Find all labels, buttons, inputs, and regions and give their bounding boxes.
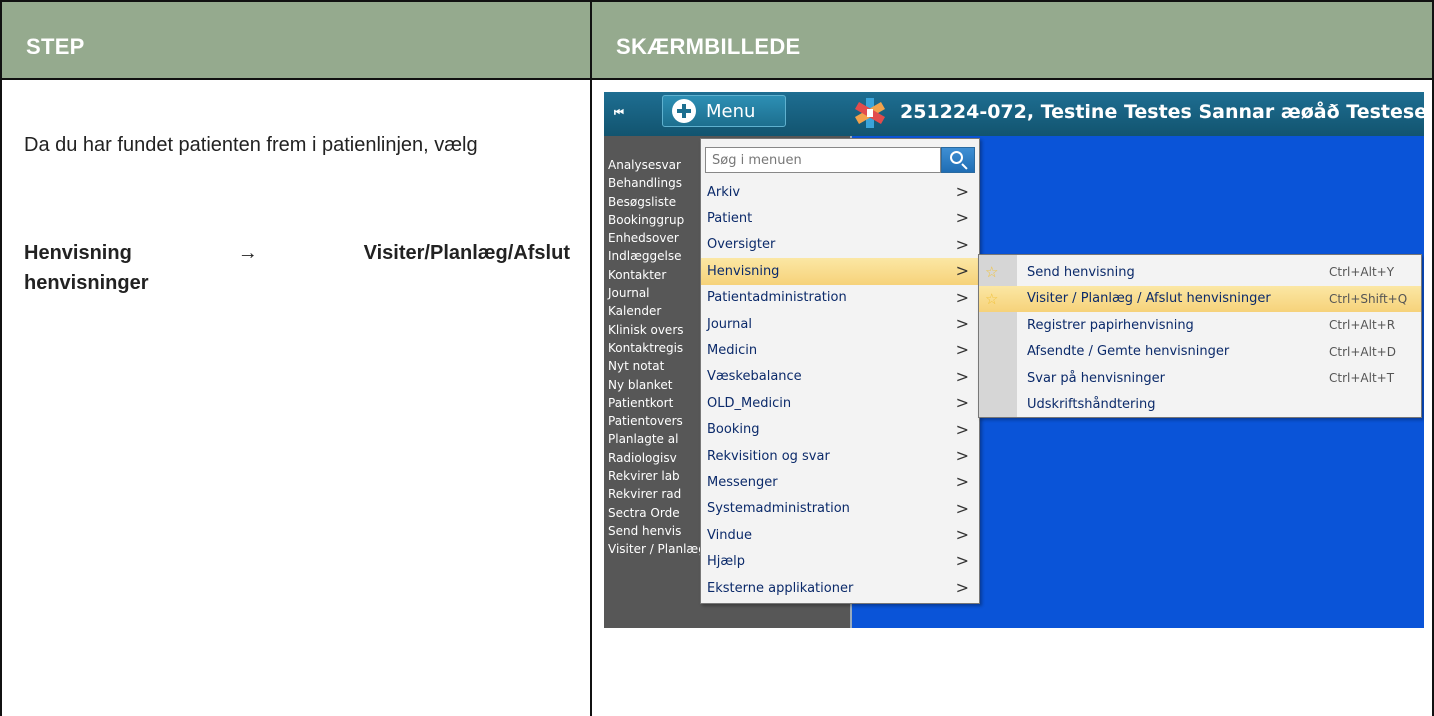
step-path-arrow: → <box>237 242 258 264</box>
menu-item[interactable]: Patientadministration > <box>701 285 979 311</box>
menu-item-label: Patient <box>707 211 753 227</box>
submenu-item[interactable]: ☆ Send henvisning Ctrl+Alt+Y <box>979 259 1421 286</box>
menu-item-label: Booking <box>707 422 760 438</box>
menu-button[interactable]: Menu <box>662 95 786 127</box>
main-menu: Arkiv>Patient>Oversigter>Henvisning>Pati… <box>700 138 980 604</box>
submenu-item-shortcut: Ctrl+Alt+R <box>1329 318 1396 333</box>
step-path-item-cont: henvisninger <box>24 272 149 294</box>
menu-search-field[interactable] <box>705 147 941 173</box>
submenu-item-label: Send henvisning <box>1027 264 1135 280</box>
henvisning-submenu: ☆ Send henvisning Ctrl+Alt+Y ☆ Visiter / Pla… <box>978 254 1422 418</box>
step-header: STEP <box>0 0 592 80</box>
submenu-item-shortcut: Ctrl+Shift+Q <box>1329 291 1408 306</box>
chevron-right-icon: > <box>955 287 969 307</box>
star-icon[interactable]: ☆ <box>985 290 998 308</box>
submenu-item-label: Svar på henvisninger <box>1027 370 1165 386</box>
menu-item-label: Messenger <box>707 474 778 490</box>
step-path-item: Visiter/Planlæg/Afslut <box>363 242 570 264</box>
menu-item[interactable]: OLD_Medicin > <box>701 390 979 416</box>
star-icon[interactable]: ☆ <box>985 263 998 281</box>
first-page-icon[interactable]: ⏮ <box>614 107 624 120</box>
menu-item[interactable]: Henvisning > <box>701 258 979 285</box>
chevron-right-icon: > <box>955 393 969 413</box>
search-icon <box>950 151 963 164</box>
star-of-life-logo <box>855 98 885 128</box>
chevron-right-icon: > <box>955 366 969 386</box>
menu-item-label: OLD_Medicin <box>707 395 792 411</box>
chevron-right-icon: > <box>955 551 969 571</box>
chevron-right-icon: > <box>955 498 969 518</box>
menu-item[interactable]: Messenger > <box>701 469 979 495</box>
patient-title: 251224-072, Testine Testes Sannar æøåð T… <box>900 101 1424 123</box>
menu-item[interactable]: Journal > <box>701 311 979 337</box>
submenu-item[interactable]: ☆ Visiter / Planlæg / Afslut henvisninger… <box>979 285 1421 312</box>
menu-item-label: Eksterne applikationer <box>707 580 854 596</box>
chevron-right-icon: > <box>955 472 969 492</box>
menu-item-label: Væskebalance <box>707 369 802 385</box>
app-screenshot: ⏮ Menu 251224-072, Testine Testes Sannar… <box>604 92 1424 628</box>
plus-circle-icon <box>672 99 696 123</box>
menu-item-label: Systemadministration <box>707 501 850 517</box>
submenu-item-label: Udskriftshåndtering <box>1027 397 1156 413</box>
table-border-left <box>0 78 2 716</box>
chevron-right-icon: > <box>955 234 969 254</box>
search-button[interactable] <box>941 147 975 173</box>
menu-item-label: Patientadministration <box>707 290 847 306</box>
chevron-right-icon: > <box>955 340 969 360</box>
menu-item-label: Henvisning <box>707 263 780 279</box>
menu-item-label: Rekvisition og svar <box>707 448 830 464</box>
table-border-middle <box>590 78 592 716</box>
menu-item[interactable]: Patient > <box>701 205 979 231</box>
chevron-right-icon: > <box>955 182 969 201</box>
submenu-item[interactable]: Udskriftshåndtering <box>979 392 1421 419</box>
submenu-item-shortcut: Ctrl+Alt+D <box>1329 344 1396 359</box>
chevron-right-icon: > <box>955 261 969 281</box>
submenu-item-label: Afsendte / Gemte henvisninger <box>1027 344 1230 360</box>
submenu-item[interactable]: Registrer papirhenvisning Ctrl+Alt+R <box>979 312 1421 339</box>
submenu-item-shortcut: Ctrl+Alt+Y <box>1329 265 1395 280</box>
app-topbar: ⏮ Menu 251224-072, Testine Testes Sannar… <box>604 92 1424 136</box>
menu-list: Arkiv > Patient > Oversigter > Henvisning > Pati… <box>701 179 979 601</box>
menu-item-label: Medicin <box>707 343 758 359</box>
menu-item[interactable]: Systemadministration > <box>701 496 979 522</box>
menu-item-label: Oversigter <box>707 237 776 253</box>
submenu-item-label: Visiter / Planlæg / Afslut henvisninger <box>1027 291 1271 307</box>
step-path-menu: Henvisning <box>24 242 132 264</box>
menu-item[interactable]: Medicin > <box>701 337 979 363</box>
screenshot-header: SKÆRMBILLEDE <box>590 0 1434 80</box>
menu-item[interactable]: Eksterne applikationer > <box>701 575 979 601</box>
chevron-right-icon: > <box>955 313 969 333</box>
menu-item-label: Vindue <box>707 527 752 543</box>
menu-item-label: Journal <box>707 316 752 332</box>
menu-item[interactable]: Rekvisition og svar > <box>701 443 979 469</box>
chevron-right-icon: > <box>955 208 969 228</box>
chevron-right-icon: > <box>955 445 969 465</box>
screenshot-header-label: SKÆRMBILLEDE <box>616 34 801 59</box>
chevron-right-icon: > <box>955 525 969 545</box>
menu-item[interactable]: Arkiv > <box>701 179 979 205</box>
chevron-right-icon: > <box>955 577 969 597</box>
submenu-item[interactable]: Afsendte / Gemte henvisninger Ctrl+Alt+D <box>979 339 1421 366</box>
menu-item-label: Arkiv <box>707 184 741 200</box>
menu-item-label: Hjælp <box>707 554 746 570</box>
menu-item[interactable]: Væskebalance > <box>701 364 979 390</box>
menu-search-input[interactable] <box>706 148 906 172</box>
step-header-label: STEP <box>26 34 85 59</box>
submenu-item-shortcut: Ctrl+Alt+T <box>1329 371 1395 386</box>
submenu-item-label: Registrer papirhenvisning <box>1027 317 1194 333</box>
document-table: STEP SKÆRMBILLEDE Da du har fundet patie… <box>0 0 1434 716</box>
menu-button-label: Menu <box>706 100 756 122</box>
menu-item[interactable]: Vindue > <box>701 522 979 548</box>
submenu-item[interactable]: Svar på henvisninger Ctrl+Alt+T <box>979 365 1421 392</box>
menu-item[interactable]: Hjælp > <box>701 548 979 574</box>
chevron-right-icon: > <box>955 419 969 439</box>
step-intro-text: Da du har fundet patienten frem i patien… <box>24 134 478 156</box>
menu-item[interactable]: Oversigter > <box>701 232 979 258</box>
step-instruction-path: Henvisning → Visiter/Planlæg/Afslut henv… <box>24 238 570 298</box>
menu-item[interactable]: Booking > <box>701 417 979 443</box>
